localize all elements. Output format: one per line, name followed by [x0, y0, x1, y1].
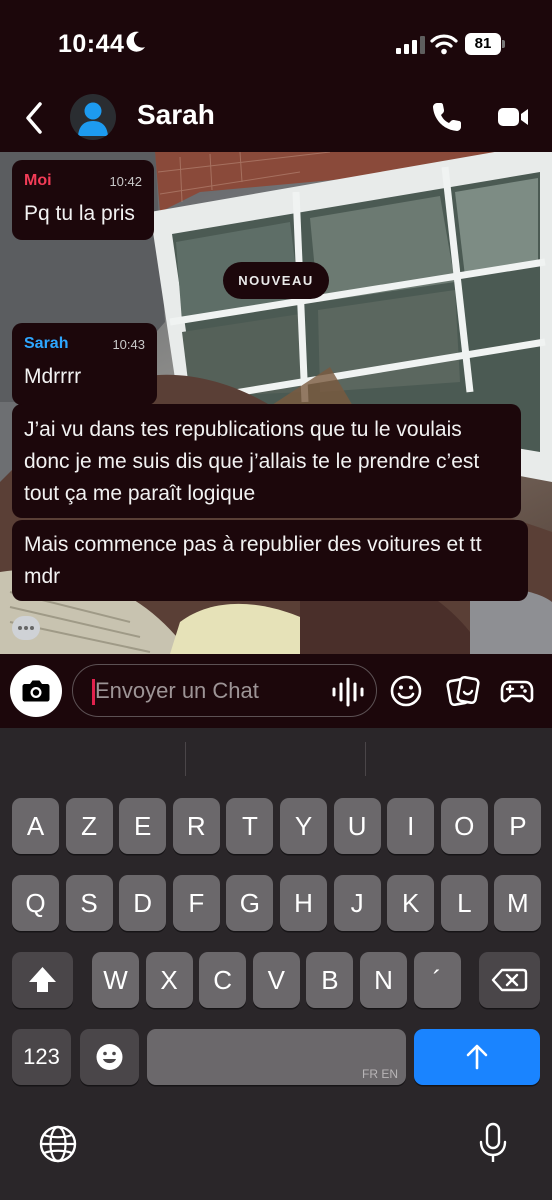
key-y[interactable]: Y: [280, 798, 327, 854]
key-f[interactable]: F: [172, 875, 220, 931]
message-text: Mdrrrr: [24, 365, 82, 388]
contact-avatar[interactable]: [70, 94, 116, 140]
message-sender: Moi: [24, 172, 52, 189]
message-text-line: Mais commence pas à republier des voitur…: [24, 533, 482, 556]
contact-name[interactable]: Sarah: [137, 99, 215, 131]
battery-level: 81: [465, 33, 501, 55]
phone-call-icon[interactable]: [430, 100, 464, 134]
message-text-line: J’ai vu dans tes republications que tu l…: [24, 418, 462, 441]
chat-input-field[interactable]: Envoyer un Chat: [72, 664, 377, 717]
cellular-signal-icon: [396, 36, 425, 54]
dictation-microphone-icon[interactable]: [478, 1122, 508, 1164]
avatar-person-icon: [78, 102, 108, 136]
backspace-key[interactable]: [479, 952, 540, 1008]
message-text-line: tout ça me paraît logique: [24, 482, 256, 505]
key-s[interactable]: S: [65, 875, 113, 931]
key-p[interactable]: P: [494, 798, 542, 854]
key-j[interactable]: J: [333, 875, 381, 931]
send-key[interactable]: [414, 1029, 540, 1085]
key-h[interactable]: H: [280, 875, 327, 931]
typing-indicator: [12, 616, 40, 640]
space-key[interactable]: FR EN: [147, 1029, 406, 1085]
suggestion-divider: [185, 742, 186, 776]
suggestion-divider: [365, 742, 366, 776]
message-time: 10:42: [109, 174, 142, 189]
key-z[interactable]: Z: [65, 798, 113, 854]
status-bar: 10:44 81: [0, 0, 552, 88]
key-g[interactable]: G: [226, 875, 274, 931]
game-controller-icon[interactable]: [500, 674, 534, 708]
key-d[interactable]: D: [119, 875, 167, 931]
status-time: 10:44: [58, 30, 125, 58]
key-i[interactable]: I: [387, 798, 435, 854]
chat-input-placeholder: Envoyer un Chat: [95, 678, 259, 703]
message-text-line: donc je me suis dis que j’allais te le p…: [24, 450, 480, 473]
message-text-line: mdr: [24, 565, 61, 588]
key-x[interactable]: X: [145, 952, 193, 1008]
wifi-icon: [430, 34, 458, 55]
message-bubble[interactable]: Sarah 10:43 Mdrrrr: [12, 323, 157, 405]
key-b[interactable]: B: [306, 952, 354, 1008]
shift-key[interactable]: [12, 952, 73, 1008]
voice-note-icon[interactable]: [331, 677, 365, 707]
backspace-icon: [491, 968, 528, 992]
key-l[interactable]: L: [440, 875, 488, 931]
shift-arrow-icon: [29, 967, 56, 992]
key-u[interactable]: U: [333, 798, 381, 854]
memories-stickers-icon[interactable]: [446, 674, 480, 708]
emoji-key[interactable]: [80, 1029, 139, 1085]
key-t[interactable]: T: [226, 798, 274, 854]
message-sender: Sarah: [24, 335, 69, 352]
key-q[interactable]: Q: [12, 875, 59, 931]
key-acute-accent[interactable]: ´: [413, 952, 461, 1008]
keyboard-language-label: FR EN: [362, 1067, 398, 1081]
battery-indicator: 81: [465, 33, 505, 55]
key-n[interactable]: N: [360, 952, 407, 1008]
emoji-smiley-icon[interactable]: [389, 674, 423, 708]
numbers-key[interactable]: 123: [12, 1029, 71, 1085]
camera-icon: [22, 680, 50, 702]
back-chevron-icon[interactable]: [22, 100, 48, 136]
send-arrow-up-icon: [466, 1044, 488, 1070]
key-o[interactable]: O: [440, 798, 488, 854]
key-m[interactable]: M: [494, 875, 542, 931]
chat-input-bar: Envoyer un Chat: [0, 654, 552, 728]
key-e[interactable]: E: [119, 798, 167, 854]
key-k[interactable]: K: [387, 875, 435, 931]
message-bubble[interactable]: Mais commence pas à republier des voitur…: [12, 520, 528, 601]
chat-header: Sarah: [0, 88, 552, 152]
message-time: 10:43: [112, 337, 145, 352]
video-call-icon[interactable]: [496, 100, 530, 134]
moon-icon: [126, 31, 145, 52]
key-r[interactable]: R: [172, 798, 220, 854]
new-messages-divider: NOUVEAU: [223, 262, 329, 299]
key-v[interactable]: V: [252, 952, 300, 1008]
emoji-keyboard-icon: [96, 1044, 123, 1070]
message-bubble[interactable]: Moi 10:42 Pq tu la pris: [12, 160, 154, 240]
key-a[interactable]: A: [12, 798, 59, 854]
key-c[interactable]: C: [199, 952, 247, 1008]
key-w[interactable]: W: [92, 952, 139, 1008]
camera-button[interactable]: [10, 665, 62, 717]
message-text: Pq tu la pris: [24, 202, 135, 225]
globe-icon[interactable]: [38, 1124, 78, 1164]
keyboard: AZERTYUIOP QSDFGHJKLM W X C V B N ´ 123 FR EN: [0, 728, 552, 1200]
message-bubble[interactable]: J’ai vu dans tes republications que tu l…: [12, 404, 521, 518]
